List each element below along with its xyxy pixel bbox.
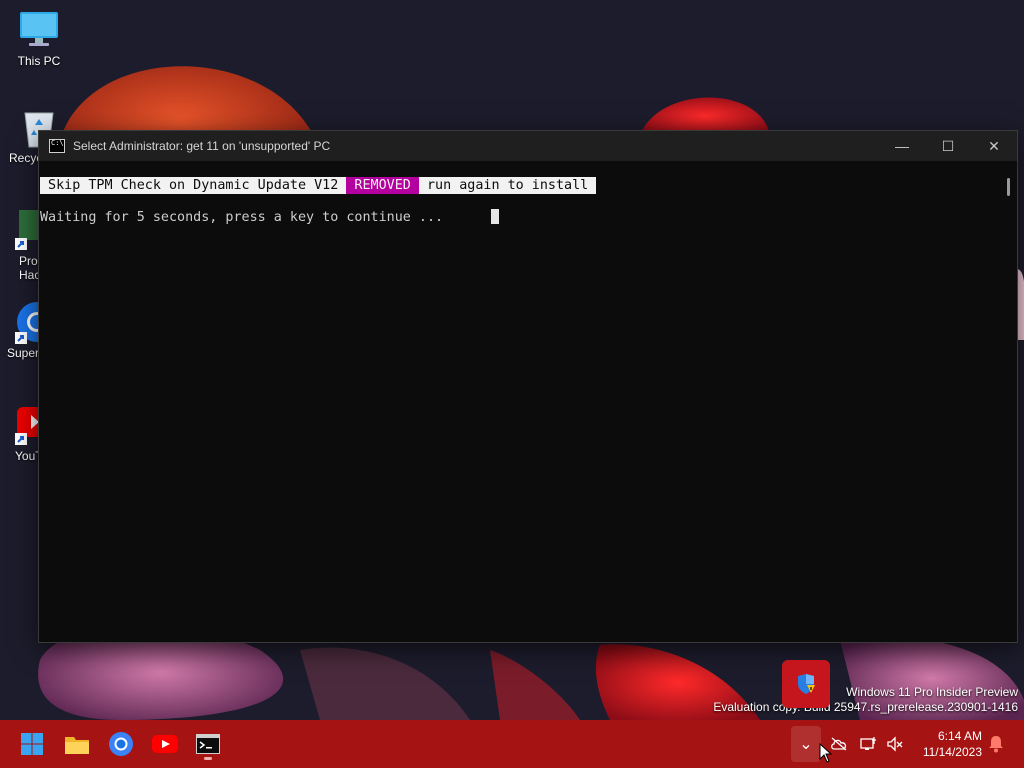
taskbar-terminal[interactable] (190, 726, 226, 762)
console-prompt-text: Waiting for 5 seconds, press a key to co… (40, 210, 444, 225)
desktop-icon-recycle-bin[interactable]: Recyc (1, 105, 54, 165)
watermark-line-2: Evaluation copy. Build 25947.rs_prerelea… (713, 700, 1018, 714)
notifications-button[interactable] (981, 726, 1011, 762)
console-output[interactable]: Skip TPM Check on Dynamic Update V12 REM… (39, 162, 1001, 642)
banner-status: REMOVED (346, 177, 419, 194)
windows-security-warning-icon[interactable] (795, 673, 817, 695)
desktop-icon-prod-hack[interactable]: Prod Hack (1, 208, 41, 282)
desktop-icon-label: Recyc (9, 151, 41, 165)
running-indicator (204, 757, 212, 760)
window-titlebar[interactable]: Select Administrator: get 11 on 'unsuppo… (39, 131, 1017, 161)
start-button[interactable] (14, 726, 50, 762)
desktop-icon-youtube[interactable]: YouT (1, 403, 47, 463)
window-title: Select Administrator: get 11 on 'unsuppo… (73, 139, 331, 153)
chevron-down-icon: ⌄ (799, 736, 813, 753)
minimize-button[interactable]: — (879, 131, 925, 161)
hidden-tray-flyout[interactable] (782, 660, 830, 708)
speaker-muted-icon (887, 736, 903, 752)
banner-hint: run again to install (418, 177, 597, 194)
taskbar-clock[interactable]: 6:14 AM 11/14/2023 (914, 728, 982, 760)
terminal-icon (196, 734, 220, 754)
status-banner: Skip TPM Check on Dynamic Update V12 REM… (40, 177, 597, 194)
clock-date: 11/14/2023 (922, 745, 982, 759)
volume-tray-icon[interactable] (880, 726, 910, 762)
desktop-icon-label: This PC (17, 54, 61, 68)
taskbar-youtube[interactable] (147, 726, 183, 762)
text-cursor (491, 209, 500, 224)
vertical-scrollbar[interactable] (1001, 162, 1017, 642)
youtube-icon (152, 735, 178, 753)
desktop-icon-label: Super (7, 346, 40, 360)
network-icon (860, 737, 876, 750)
file-explorer-icon (65, 737, 89, 754)
cmd-icon (49, 139, 65, 153)
scrollbar-thumb[interactable] (1007, 178, 1010, 196)
close-button[interactable]: ✕ (971, 131, 1017, 161)
os-watermark: Windows 11 Pro Insider Preview Evaluatio… (713, 685, 1018, 715)
maximize-button[interactable]: ☐ (925, 131, 971, 161)
clock-time: 6:14 AM (937, 729, 982, 743)
start-icon (21, 733, 43, 755)
bell-icon (989, 736, 1003, 753)
monitor-icon (17, 8, 61, 52)
console-window[interactable]: Select Administrator: get 11 on 'unsuppo… (38, 130, 1018, 643)
desktop-icon-super[interactable]: Super (1, 300, 57, 360)
taskbar-file-explorer[interactable] (59, 726, 95, 762)
mouse-pointer-icon (819, 743, 833, 763)
desktop-icon-this-pc[interactable]: This PC (1, 8, 77, 68)
chrome-icon (109, 732, 133, 756)
taskbar: ⌄ (0, 720, 1024, 768)
taskbar-chrome[interactable] (103, 726, 139, 762)
banner-title: Skip TPM Check on Dynamic Update V12 (40, 177, 347, 194)
show-hidden-icons-button[interactable]: ⌄ (791, 726, 821, 762)
watermark-line-1: Windows 11 Pro Insider Preview (846, 685, 1018, 699)
console-line: Waiting for 5 seconds, press a key to co… (40, 209, 500, 226)
